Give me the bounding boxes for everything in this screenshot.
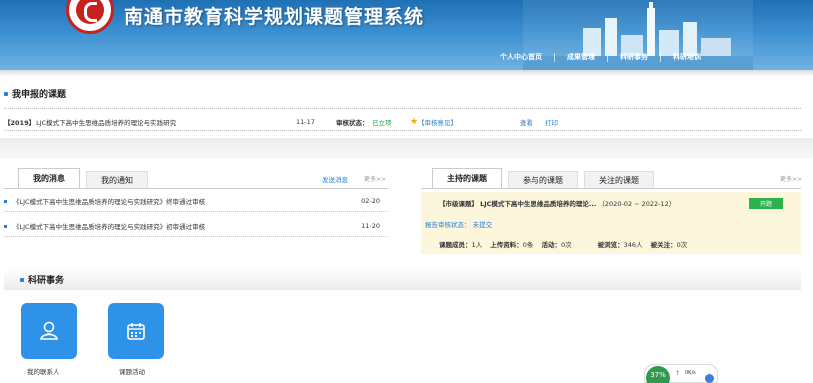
main-nav: 个人中心首页 成果管理 科研事务 科研培训: [500, 46, 701, 68]
upload-arrow-icon: ↑: [675, 370, 681, 377]
activity-label[interactable]: 课题活动: [119, 366, 145, 376]
stat-value: 0次: [560, 241, 572, 249]
activity-tile[interactable]: [108, 303, 164, 359]
message-text: 《LJC模式下高中生思维品质培养的理论与实践研究》初审通过审核: [13, 223, 206, 231]
site-logo: [66, 0, 114, 34]
stat-value: 346人: [623, 241, 643, 249]
speed-widget-ball-icon: [705, 374, 714, 383]
speed-widget[interactable]: 37% ↑ 0K/s: [644, 364, 718, 383]
stat-label: 被关注：: [650, 241, 677, 249]
nav-item-achievements[interactable]: 成果管理: [567, 52, 595, 62]
contacts-label[interactable]: 我的联系人: [27, 366, 60, 376]
tab-joined-topics[interactable]: 参与的课题: [508, 171, 578, 188]
tab-my-notices[interactable]: 我的通知: [86, 171, 148, 188]
divider: [4, 130, 801, 131]
status-badge: 开题: [749, 198, 783, 209]
print-link[interactable]: 打印: [545, 117, 558, 127]
topics-tabs: 主持的课题 参与的课题 关注的课题: [432, 168, 660, 188]
my-topics-title: 我申报的课题: [12, 90, 67, 100]
stat-label: 被浏览：: [597, 241, 624, 249]
stat-value: 1人: [471, 241, 483, 249]
divider: [4, 108, 801, 109]
header-shadow: [0, 70, 813, 76]
speed-percent: 37%: [646, 366, 670, 383]
message-text: 《LJC模式下高中生思维品质培养的理论与实践研究》终审通过审核: [13, 198, 206, 206]
status-label: 审核状态：: [336, 119, 369, 127]
section-marker-icon: [4, 91, 8, 96]
header-banner: 南通市教育科学规划课题管理系统 个人中心首页 成果管理 科研事务 科研培训: [0, 0, 813, 70]
contacts-icon: [40, 321, 58, 340]
topic-date: 11-17: [296, 118, 315, 126]
divider: [421, 188, 801, 189]
topic-card-heading: 【市级课题】 LJC模式下高中生思维品质培养的理论... （2020-02 ~ …: [439, 198, 675, 208]
nav-item-research[interactable]: 科研事务: [620, 52, 648, 62]
send-message-link[interactable]: 发送消息: [322, 174, 348, 184]
research-title: 科研事务: [28, 276, 65, 286]
stat-label: 上传资料：: [490, 241, 523, 249]
status-value: 已立项: [372, 119, 392, 127]
tab-followed-topics[interactable]: 关注的课题: [584, 171, 654, 188]
divider: [4, 188, 388, 189]
report-status-label: 报告审核状态：: [425, 221, 471, 229]
topic-period: （2020-02 ~ 2022-12）: [598, 200, 676, 208]
list-item[interactable]: 《LJC模式下高中生思维品质培养的理论与实践研究》终审通过审核 02-20: [4, 193, 384, 209]
section-band: [0, 138, 813, 158]
report-status-value: 未提交: [472, 221, 493, 229]
divider: [4, 211, 388, 212]
list-item[interactable]: 《LJC模式下高中生思维品质培养的理论与实践研究》初审通过审核 11-20: [4, 218, 384, 234]
messages-more-link[interactable]: 更多>>: [364, 174, 386, 183]
report-status: 报告审核状态： 未提交: [425, 219, 492, 229]
tab-my-messages[interactable]: 我的消息: [18, 168, 80, 188]
message-date: 11-20: [361, 222, 380, 230]
nav-divider: [660, 52, 661, 62]
topic-card: 【市级课题】 LJC模式下高中生思维品质培养的理论... （2020-02 ~ …: [421, 192, 801, 254]
messages-tabs: 我的消息 我的通知: [18, 168, 154, 188]
my-topics-heading: 我申报的课题: [4, 87, 66, 100]
nav-divider: [607, 52, 608, 62]
page: 南通市教育科学规划课题管理系统 个人中心首页 成果管理 科研事务 科研培训 我申…: [0, 0, 813, 383]
tab-hosted-topics[interactable]: 主持的课题: [432, 168, 502, 188]
view-link[interactable]: 查看: [520, 117, 533, 127]
divider: [4, 236, 388, 237]
stat-label: 活动：: [541, 241, 561, 249]
topic-year: 【2019】: [4, 119, 36, 127]
section-marker-icon: [20, 277, 24, 282]
stat-value: 0条: [522, 241, 534, 249]
star-icon: ★: [410, 117, 419, 127]
topic-card-title[interactable]: LJC模式下高中生思维品质培养的理论...: [480, 200, 596, 208]
topic-row: 【2019】 LJC模式下高中生思维品质培养的理论与实践研究 11-17 审核状…: [4, 116, 801, 128]
research-header-bar: [4, 268, 801, 290]
bullet-icon: [4, 224, 7, 228]
nav-divider: [554, 52, 555, 62]
topics-more-link[interactable]: 更多>>: [780, 174, 802, 183]
nav-item-home[interactable]: 个人中心首页: [500, 52, 542, 62]
bullet-icon: [4, 199, 7, 203]
topic-level: 【市级课题】: [439, 200, 478, 208]
topic-title[interactable]: LJC模式下高中生思维品质培养的理论与实践研究: [36, 117, 176, 127]
calendar-icon: [127, 323, 145, 340]
message-date: 02-20: [361, 197, 380, 205]
speed-rate: 0K/s: [685, 370, 696, 376]
nav-item-training[interactable]: 科研培训: [673, 52, 701, 62]
site-title: 南通市教育科学规划课题管理系统: [124, 6, 425, 28]
stat-value: 0次: [676, 241, 688, 249]
stat-label: 课题成员：: [439, 241, 472, 249]
research-heading: 科研事务: [20, 273, 64, 286]
review-opinion-link[interactable]: 【审核意见】: [418, 117, 457, 127]
topic-stats: 课题成员：1人 上传资料：0条 活动：0次 被浏览：346人 被关注：0次: [439, 239, 687, 249]
contacts-tile[interactable]: [21, 303, 77, 359]
